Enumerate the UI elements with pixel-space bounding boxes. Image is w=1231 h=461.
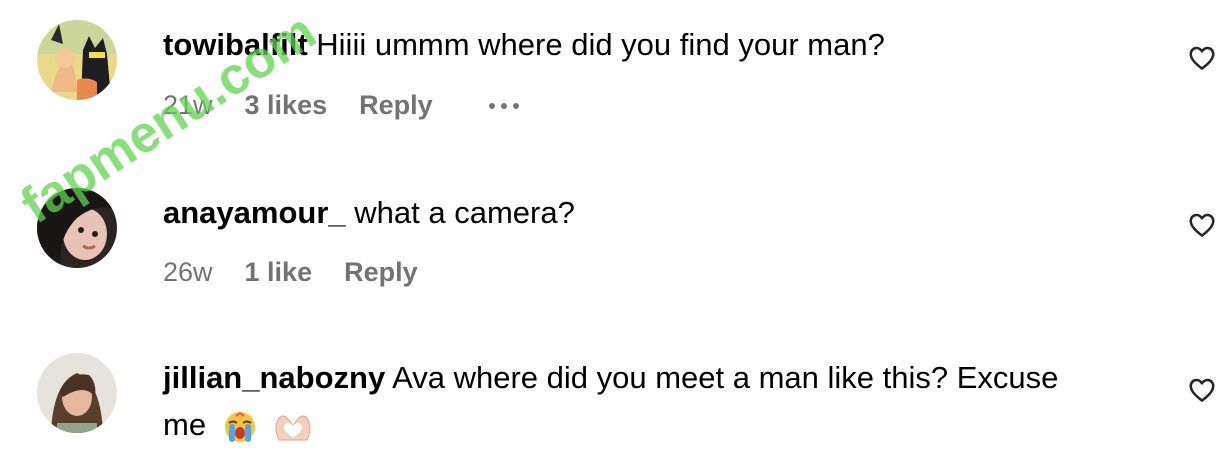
- avatar[interactable]: [37, 20, 117, 100]
- comment-meta: 21w 3 likes Reply: [163, 90, 519, 121]
- comment-text-line: anayamour_ what a camera?: [163, 190, 575, 236]
- comment-meta: 26w 1 like Reply: [163, 257, 418, 288]
- comment-likes-count[interactable]: 3 likes: [245, 90, 328, 121]
- heart-outline-icon[interactable]: [1187, 43, 1217, 73]
- heart-outline-icon[interactable]: [1187, 210, 1217, 240]
- comment-body: Ava where did you meet a man like this? …: [392, 360, 1059, 395]
- more-dots-icon[interactable]: [488, 102, 519, 109]
- comment-body: Hiiii ummm where did you find your man?: [316, 27, 885, 62]
- comment-timestamp: 26w: [163, 257, 213, 287]
- comment-body: what a camera?: [354, 195, 575, 230]
- heart-hands-icon: [275, 415, 311, 441]
- loudly-crying-face-icon: [224, 411, 255, 442]
- comment-text-line-2: me: [163, 402, 313, 448]
- comment-likes-count[interactable]: 1 like: [245, 257, 313, 288]
- comment-username[interactable]: towibalfilt: [163, 27, 308, 62]
- comment-body-continued: me: [163, 407, 207, 442]
- comment-text-line: jillian_nabozny Ava where did you meet a…: [163, 355, 1058, 401]
- comment-timestamp: 21w: [163, 90, 213, 120]
- avatar[interactable]: [37, 188, 117, 268]
- heart-outline-icon[interactable]: [1187, 375, 1217, 405]
- comment-username[interactable]: jillian_nabozny: [163, 360, 385, 395]
- reply-button[interactable]: Reply: [344, 257, 418, 288]
- comment-text-line: towibalfilt Hiiii ummm where did you fin…: [163, 22, 885, 68]
- avatar[interactable]: [37, 353, 117, 433]
- comment-username[interactable]: anayamour_: [163, 195, 346, 230]
- reply-button[interactable]: Reply: [359, 90, 433, 121]
